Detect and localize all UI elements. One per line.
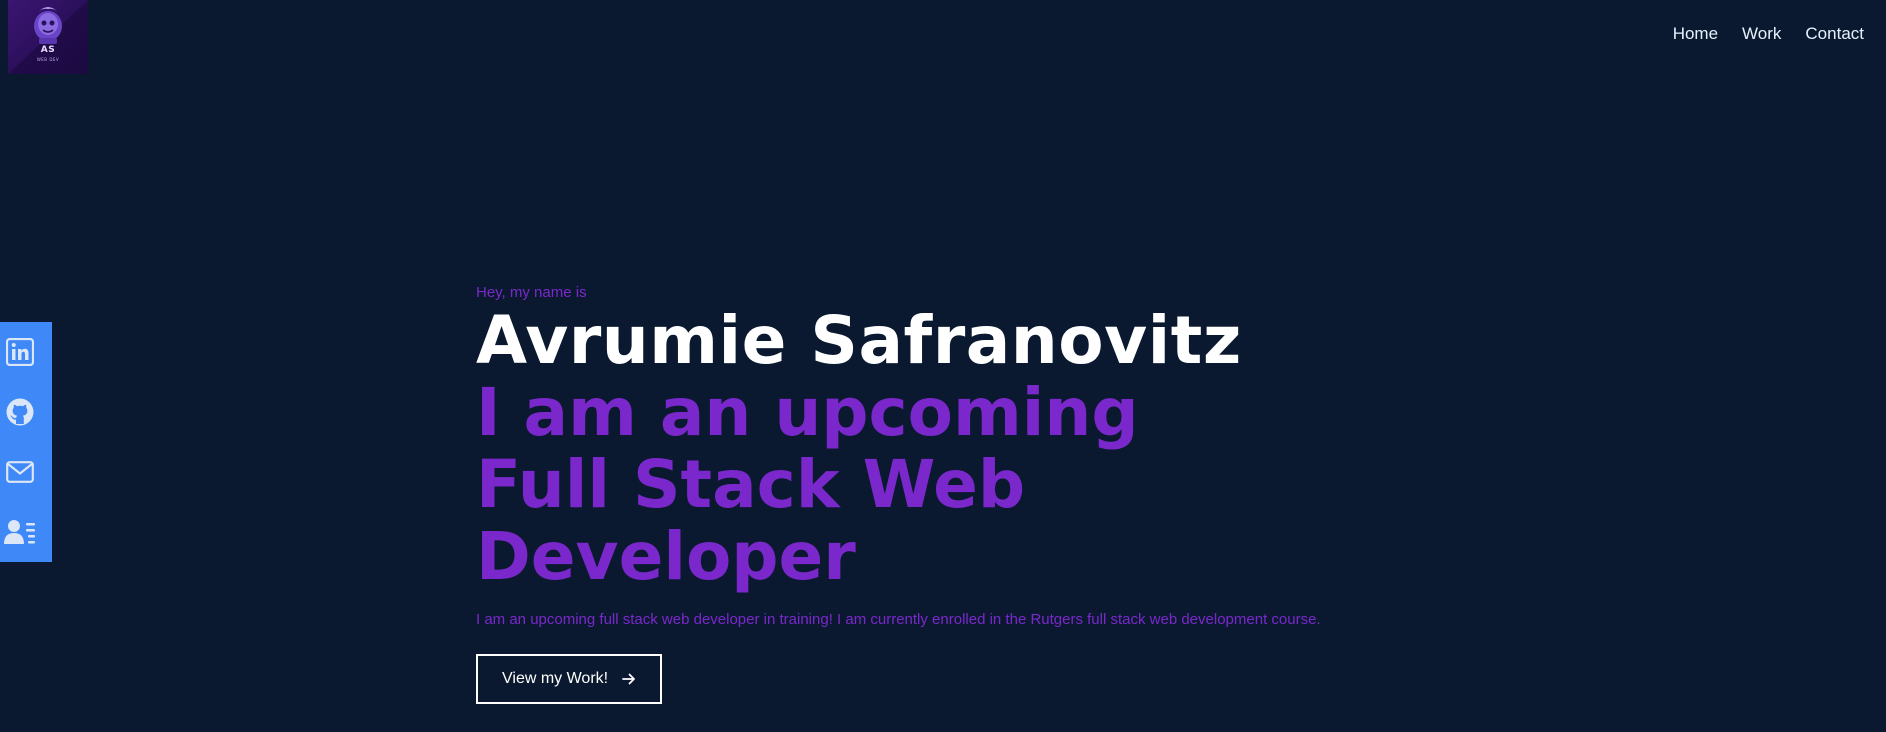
nav-work-link[interactable]: Work [1742,24,1781,44]
linkedin-link[interactable] [3,335,37,369]
contact-card-icon [4,520,35,544]
github-icon [6,398,34,426]
social-sidebar [0,322,52,562]
hero-greeting: Hey, my name is [476,284,587,301]
nav-contact-link[interactable]: Contact [1805,24,1864,44]
linkedin-icon [6,338,34,366]
arrow-right-icon [622,673,636,685]
hero-tagline: I am an upcoming Full Stack Web Develope… [476,374,1139,595]
logo-mascot-icon [8,0,88,74]
resume-link[interactable] [3,515,37,549]
view-work-button[interactable]: View my Work! [476,654,663,704]
main-nav: Home Work Contact [1649,24,1864,44]
site-logo[interactable]: AS WEB DEV [8,0,88,74]
page: AS WEB DEV Home Work Contact Hey, my nam… [0,0,1886,732]
logo-initials: AS [40,45,56,55]
hero-section: Hey, my name is Avrumie Safranovitz I am… [476,284,1416,704]
logo-subtext: WEB DEV [36,57,60,62]
view-work-button-label: View my Work! [502,670,609,687]
hero-name: Avrumie Safranovitz [476,302,1242,379]
hero-description: I am an upcoming full stack web develope… [476,611,1321,628]
github-link[interactable] [3,395,37,429]
mail-icon [6,461,34,483]
nav-home-link[interactable]: Home [1673,24,1718,44]
email-link[interactable] [3,455,37,489]
